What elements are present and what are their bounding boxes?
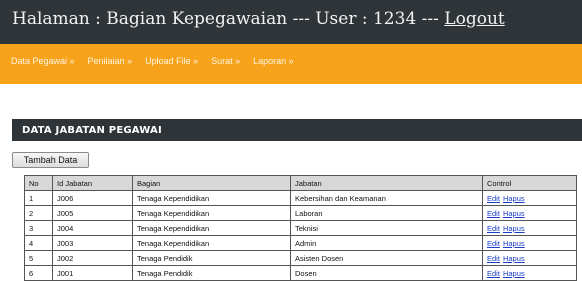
delete-link[interactable]: Hapus xyxy=(503,209,525,218)
logout-link[interactable]: Logout xyxy=(444,9,504,29)
edit-link[interactable]: Edit xyxy=(487,254,500,263)
cell-control: Edit Hapus xyxy=(482,265,577,281)
column-header-id-jabatan: Id Jabatan xyxy=(52,175,133,191)
cell-no: 4 xyxy=(24,235,53,251)
nav-item-laporan[interactable]: Laporan » xyxy=(253,56,294,66)
nav-item-penilaian[interactable]: Penilaian » xyxy=(88,56,133,66)
cell-no: 6 xyxy=(24,265,53,281)
cell-jabatan: Admin xyxy=(290,235,483,251)
nav-item-surat[interactable]: Surat » xyxy=(211,56,240,66)
cell-bagian: Tenaga Kependidikan xyxy=(132,190,291,206)
cell-id-jabatan: J006 xyxy=(52,190,133,206)
cell-bagian: Tenaga Kependidikan xyxy=(132,220,291,236)
cell-jabatan: Asisten Dosen xyxy=(290,250,483,266)
cell-id-jabatan: J003 xyxy=(52,235,133,251)
header-user-info: Halaman : Bagian Kepegawaian --- User : … xyxy=(12,9,445,29)
cell-bagian: Tenaga Kependidikan xyxy=(132,205,291,221)
cell-jabatan: Dosen xyxy=(290,265,483,281)
top-header-bar: Halaman : Bagian Kepegawaian --- User : … xyxy=(0,0,582,44)
table-header-row: No Id Jabatan Bagian Jabatan Control xyxy=(24,175,577,191)
cell-id-jabatan: J005 xyxy=(52,205,133,221)
delete-link[interactable]: Hapus xyxy=(503,254,525,263)
delete-link[interactable]: Hapus xyxy=(503,239,525,248)
header-title: Halaman : Bagian Kepegawaian --- User : … xyxy=(12,9,505,29)
jabatan-table: No Id Jabatan Bagian Jabatan Control 1 J… xyxy=(24,175,577,281)
cell-bagian: Tenaga Pendidik xyxy=(132,265,291,281)
cell-control: Edit Hapus xyxy=(482,250,577,266)
cell-jabatan: Teknisi xyxy=(290,220,483,236)
edit-link[interactable]: Edit xyxy=(487,194,500,203)
page-title: DATA JABATAN PEGAWAI xyxy=(22,125,162,136)
add-data-button[interactable]: Tambah Data xyxy=(12,152,89,168)
cell-jabatan: Laboran xyxy=(290,205,483,221)
column-header-no: No xyxy=(24,175,53,191)
panel-header: DATA JABATAN PEGAWAI xyxy=(12,119,582,141)
table-row: 5 J002 Tenaga Pendidik Asisten Dosen Edi… xyxy=(24,250,577,266)
edit-link[interactable]: Edit xyxy=(487,224,500,233)
edit-link[interactable]: Edit xyxy=(487,209,500,218)
column-header-control: Control xyxy=(482,175,577,191)
delete-link[interactable]: Hapus xyxy=(503,194,525,203)
cell-no: 2 xyxy=(24,205,53,221)
table-row: 3 J004 Tenaga Kependidikan Teknisi Edit H… xyxy=(24,220,577,236)
main-nav-bar: Data Pegawai » Penilaian » Upload File »… xyxy=(0,44,582,84)
cell-jabatan: Kebersihan dan Keamanan xyxy=(290,190,483,206)
nav-item-upload-file[interactable]: Upload File » xyxy=(145,56,198,66)
edit-link[interactable]: Edit xyxy=(487,269,500,278)
table-row: 1 J006 Tenaga Kependidikan Kebersihan da… xyxy=(24,190,577,206)
cell-id-jabatan: J002 xyxy=(52,250,133,266)
cell-no: 5 xyxy=(24,250,53,266)
cell-bagian: Tenaga Pendidik xyxy=(132,250,291,266)
cell-no: 3 xyxy=(24,220,53,236)
delete-link[interactable]: Hapus xyxy=(503,269,525,278)
nav-item-data-pegawai[interactable]: Data Pegawai » xyxy=(11,56,75,66)
cell-control: Edit Hapus xyxy=(482,220,577,236)
edit-link[interactable]: Edit xyxy=(487,239,500,248)
cell-control: Edit Hapus xyxy=(482,235,577,251)
cell-bagian: Tenaga Kependidikan xyxy=(132,235,291,251)
table-row: 2 J005 Tenaga Kependidikan Laboran Edit H… xyxy=(24,205,577,221)
table-row: 4 J003 Tenaga Kependidikan Admin Edit Hap… xyxy=(24,235,577,251)
cell-no: 1 xyxy=(24,190,53,206)
table-row: 6 J001 Tenaga Pendidik Dosen Edit Hapus xyxy=(24,265,577,281)
column-header-jabatan: Jabatan xyxy=(290,175,483,191)
delete-link[interactable]: Hapus xyxy=(503,224,525,233)
cell-id-jabatan: J004 xyxy=(52,220,133,236)
cell-id-jabatan: J001 xyxy=(52,265,133,281)
column-header-bagian: Bagian xyxy=(132,175,291,191)
cell-control: Edit Hapus xyxy=(482,205,577,221)
cell-control: Edit Hapus xyxy=(482,190,577,206)
